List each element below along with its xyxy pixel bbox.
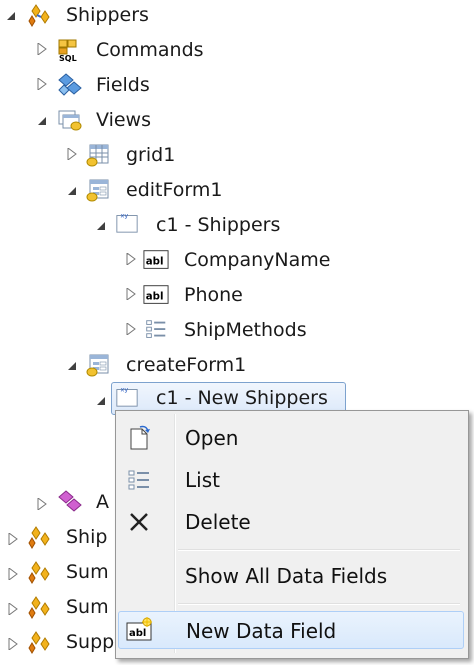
form-view-icon	[86, 179, 109, 202]
tree-item-grid1[interactable]: grid1	[126, 143, 175, 167]
tree-item-sum-partial-2[interactable]: Sum	[66, 595, 109, 619]
list-field-icon	[146, 320, 166, 338]
collapsed-arrow-icon[interactable]	[8, 603, 18, 615]
menu-item-list[interactable]: List	[118, 461, 464, 499]
collapsed-arrow-icon[interactable]	[8, 638, 18, 650]
collapsed-arrow-icon[interactable]	[126, 288, 136, 300]
menu-item-show-all-data-fields[interactable]: Show All Data Fields	[118, 557, 464, 595]
svg-text:xy: xy	[121, 211, 129, 219]
context-menu: Open List Delete Show All Data Fields ab…	[115, 410, 469, 659]
views-icon	[58, 110, 82, 131]
tree-item-ship-partial[interactable]: Ship	[66, 525, 107, 549]
form-view-icon	[86, 354, 109, 377]
menu-separator	[178, 549, 460, 551]
menu-item-open-label: Open	[185, 426, 239, 450]
collapsed-arrow-icon[interactable]	[67, 148, 77, 160]
tree-item-commands[interactable]: Commands	[96, 38, 204, 62]
expanded-arrow-icon[interactable]	[67, 186, 77, 196]
delete-x-icon	[130, 513, 148, 531]
tree-item-c1-shippers[interactable]: c1 - Shippers	[156, 213, 280, 237]
menu-item-show-all-label: Show All Data Fields	[185, 564, 388, 588]
new-textbox-field-icon: abl	[126, 617, 152, 641]
menu-item-new-data-field-label: New Data Field	[186, 619, 337, 643]
tree-item-createform1[interactable]: createForm1	[126, 353, 246, 377]
textbox-field-icon: abl	[143, 285, 169, 304]
tree-item-views[interactable]: Views	[96, 108, 151, 132]
category-icon: xy	[116, 385, 138, 407]
expanded-arrow-icon[interactable]	[67, 361, 77, 371]
collapsed-arrow-icon[interactable]	[37, 43, 47, 55]
tree-item-shippers[interactable]: Shippers	[66, 3, 149, 27]
table-icon	[28, 561, 50, 584]
textbox-field-icon: abl	[143, 250, 169, 269]
menu-item-new-data-field[interactable]: abl New Data Field	[118, 611, 464, 649]
fields-icon	[58, 73, 82, 96]
open-document-icon	[130, 425, 150, 450]
tree-item-supp-partial[interactable]: Supp	[66, 630, 114, 654]
menu-item-delete-label: Delete	[185, 510, 251, 534]
svg-text:abl: abl	[146, 292, 164, 303]
expanded-arrow-icon[interactable]	[37, 116, 47, 126]
list-icon	[128, 470, 149, 490]
tree-item-sum-partial-1[interactable]: Sum	[66, 560, 109, 584]
table-icon	[28, 4, 50, 27]
actions-icon	[58, 490, 82, 512]
menu-item-delete[interactable]: Delete	[118, 503, 464, 541]
expanded-arrow-icon[interactable]	[6, 11, 16, 21]
collapsed-arrow-icon[interactable]	[8, 568, 18, 580]
expanded-arrow-icon[interactable]	[96, 396, 106, 406]
tree-item-c1-new-shippers[interactable]: c1 - New Shippers	[156, 386, 328, 410]
tree-item-phone[interactable]: Phone	[184, 283, 243, 307]
svg-text:xy: xy	[121, 385, 129, 393]
category-icon: xy	[116, 211, 138, 233]
collapsed-arrow-icon[interactable]	[8, 533, 18, 545]
tree-item-editform1[interactable]: editForm1	[126, 178, 222, 202]
collapsed-arrow-icon[interactable]	[126, 323, 136, 335]
tree-item-shipmethods[interactable]: ShipMethods	[184, 318, 307, 342]
tree-item-a-partial[interactable]: A	[96, 490, 109, 514]
collapsed-arrow-icon[interactable]	[37, 78, 47, 90]
svg-text:abl: abl	[129, 628, 146, 639]
svg-text:SQL: SQL	[59, 54, 77, 62]
menu-item-open[interactable]: Open	[118, 419, 464, 457]
tree-item-companyname[interactable]: CompanyName	[184, 248, 330, 272]
collapsed-arrow-icon[interactable]	[126, 253, 136, 265]
table-icon	[28, 596, 50, 619]
table-icon	[28, 526, 50, 549]
grid-view-icon	[86, 144, 109, 167]
table-icon	[28, 631, 50, 654]
menu-separator	[178, 603, 460, 605]
menu-item-list-label: List	[185, 468, 220, 492]
expanded-arrow-icon[interactable]	[96, 221, 106, 231]
sql-commands-icon: SQL	[58, 39, 77, 62]
collapsed-arrow-icon[interactable]	[37, 498, 47, 510]
tree-item-fields[interactable]: Fields	[96, 73, 150, 97]
svg-text:abl: abl	[146, 257, 164, 268]
